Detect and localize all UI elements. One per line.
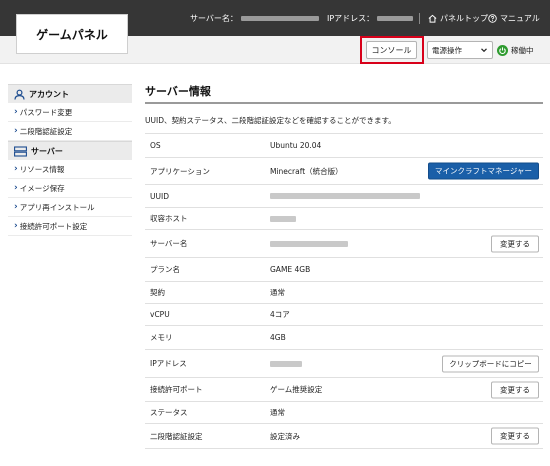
row-label: ステータス: [150, 408, 188, 417]
chevron-right-icon: ›: [14, 182, 18, 193]
info-row-allowed-port: 接続許可ポート ゲーム推奨設定 変更する: [145, 378, 543, 402]
info-row-two-factor: 二段階認証設定 設定済み 変更する: [145, 424, 543, 449]
chevron-right-icon: ›: [14, 201, 18, 212]
info-row-memory: メモリ 4GB: [145, 326, 543, 350]
manual-link[interactable]: マニュアル: [488, 0, 540, 36]
row-label: サーバー名: [150, 239, 188, 248]
page-title: サーバー情報: [145, 84, 543, 104]
page-description: UUID、契約ステータス、二段階認証設定などを確認することができます。: [145, 116, 396, 125]
info-row-server-name: サーバー名 変更する: [145, 230, 543, 258]
sidebar-item-label: リソース情報: [19, 164, 65, 174]
sidebar-item-label: アプリ再インストール: [19, 202, 95, 212]
sidebar-item-image-save[interactable]: › イメージ保存: [8, 179, 132, 198]
main-content: サーバー情報 UUID、契約ステータス、二段階認証設定などを確認することができま…: [145, 84, 543, 449]
info-row-os: OS Ubuntu 20.04: [145, 134, 543, 158]
row-label: プラン名: [150, 265, 180, 274]
panel-top-label: パネルトップ: [440, 13, 488, 23]
chevron-right-icon: ›: [14, 125, 18, 136]
server-name-label: サーバー名：: [190, 13, 238, 23]
row-label: 契約: [150, 288, 165, 297]
info-row-contract: 契約 通常: [145, 282, 543, 304]
sidebar-heading-server-label: サーバー: [31, 146, 63, 156]
row-label: アプリケーション: [150, 166, 210, 176]
change-server-name-button[interactable]: 変更する: [491, 235, 539, 252]
power-icon: [497, 44, 508, 56]
ip-label: IPアドレス：: [327, 13, 375, 23]
row-value: ゲーム推奨設定: [270, 385, 323, 394]
console-button[interactable]: コンソール: [366, 41, 417, 59]
sidebar: アカウント › パスワード変更 › 二段階認証設定 サーバー › リソース情報 …: [8, 84, 132, 236]
row-label: vCPU: [150, 310, 170, 319]
info-row-plan: プラン名 GAME 4GB: [145, 258, 543, 282]
home-icon: [428, 14, 437, 23]
info-row-host: 収容ホスト: [145, 208, 543, 230]
chevron-right-icon: ›: [14, 163, 18, 174]
row-value: 通常: [270, 288, 285, 297]
top-divider: [419, 13, 420, 24]
row-value-redacted: [270, 350, 302, 377]
row-value-redacted: [270, 185, 420, 207]
minecraft-manager-button[interactable]: マインクラフトマネージャー: [428, 162, 539, 180]
row-value: 4GB: [270, 333, 286, 342]
row-value: Minecraft（統合版）: [270, 166, 343, 176]
row-value-redacted: [270, 208, 296, 229]
sidebar-item-label: 二段階認証設定: [19, 126, 73, 136]
ip-redacted: [377, 15, 414, 21]
panel-top-link[interactable]: パネルトップ: [428, 0, 488, 36]
row-value: GAME 4GB: [270, 265, 311, 274]
chevron-right-icon: ›: [14, 220, 18, 231]
row-value: 通常: [270, 408, 285, 417]
server-status: 稼働中: [497, 43, 534, 57]
change-port-button[interactable]: 変更する: [491, 381, 539, 398]
row-value: 設定済み: [270, 431, 300, 441]
sidebar-item-port-settings[interactable]: › 接続許可ポート設定: [8, 217, 132, 236]
power-select-value: 電源操作: [432, 45, 462, 55]
change-two-factor-button[interactable]: 変更する: [491, 427, 539, 445]
sidebar-item-label: イメージ保存: [19, 183, 65, 193]
ip-info: IPアドレス：: [327, 0, 414, 36]
info-row-vcpu: vCPU 4コア: [145, 304, 543, 326]
sidebar-heading-account: アカウント: [8, 84, 132, 103]
copy-to-clipboard-button[interactable]: クリップボードにコピー: [442, 355, 539, 372]
info-row-ip-address: IPアドレス クリップボードにコピー: [145, 350, 543, 378]
chevron-down-icon: [481, 48, 487, 53]
sidebar-item-label: 接続許可ポート設定: [19, 221, 88, 231]
server-icon: [14, 145, 27, 157]
server-name-redacted: [240, 15, 319, 21]
sidebar-item-resource-info[interactable]: › リソース情報: [8, 160, 132, 179]
row-label: IPアドレス: [150, 359, 187, 368]
sidebar-item-app-reinstall[interactable]: › アプリ再インストール: [8, 198, 132, 217]
chevron-right-icon: ›: [14, 106, 18, 117]
sidebar-item-two-factor[interactable]: › 二段階認証設定: [8, 122, 132, 141]
row-label: メモリ: [150, 333, 173, 342]
server-info-table: OS Ubuntu 20.04 アプリケーション Minecraft（統合版） …: [145, 133, 543, 449]
row-label: 収容ホスト: [150, 214, 188, 223]
row-value: 4コア: [270, 310, 290, 319]
row-value: Ubuntu 20.04: [270, 141, 322, 150]
info-row-application: アプリケーション Minecraft（統合版） マインクラフトマネージャー: [145, 158, 543, 185]
row-label: UUID: [150, 191, 169, 201]
sidebar-item-password-change[interactable]: › パスワード変更: [8, 103, 132, 122]
row-label: OS: [150, 141, 161, 150]
manual-label: マニュアル: [500, 13, 540, 23]
sidebar-heading-account-label: アカウント: [29, 89, 69, 99]
server-name-info: サーバー名：: [190, 0, 319, 36]
power-operation-select[interactable]: 電源操作: [427, 41, 493, 59]
info-row-status: ステータス 通常: [145, 402, 543, 424]
user-icon: [14, 89, 25, 100]
status-label: 稼働中: [511, 45, 534, 55]
row-value-redacted: [270, 230, 348, 257]
app-logo[interactable]: ゲームパネル: [16, 14, 128, 54]
row-label: 接続許可ポート: [150, 385, 203, 394]
row-label: 二段階認証設定: [150, 431, 203, 441]
sidebar-heading-server: サーバー: [8, 141, 132, 160]
sidebar-item-label: パスワード変更: [19, 107, 73, 117]
help-icon: [488, 13, 497, 23]
info-row-uuid: UUID: [145, 185, 543, 208]
